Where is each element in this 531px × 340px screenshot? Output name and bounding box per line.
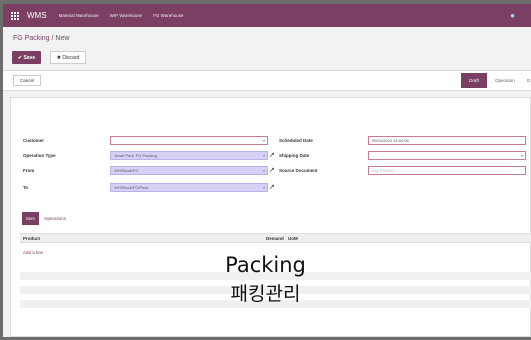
apps-grid-icon[interactable] [11, 11, 19, 20]
overlay-caption-subtitle: 패킹관리 [230, 283, 301, 305]
app-brand[interactable]: WMS [27, 11, 47, 20]
scheduled-date-value: 09/03/2024 14:04:06 [372, 138, 409, 143]
menu-material-warehouse[interactable]: Material Warehouse [59, 13, 99, 18]
chevron-down-icon: ▾ [520, 153, 523, 158]
tab-item[interactable]: Item [22, 212, 39, 225]
breadcrumb-parent[interactable]: FG Packing [13, 35, 50, 42]
table-header: Product Demand UoM [20, 233, 531, 243]
operation-type-field[interactable]: Jewel Park: FG Packing ▾ [110, 151, 268, 160]
from-value: WH/Stock/FG [114, 168, 139, 173]
chevron-down-icon: ▾ [262, 138, 265, 143]
column-demand[interactable]: Demand [266, 236, 284, 241]
column-product[interactable]: Product [23, 236, 40, 241]
scheduled-date-label: Scheduled Date [279, 138, 313, 143]
customer-label: Customer [23, 138, 45, 143]
customer-field[interactable]: ▾ [110, 136, 268, 145]
status-next[interactable]: D [527, 78, 530, 83]
external-link-icon[interactable]: ↗ [269, 183, 275, 191]
menu-fg-warehouse[interactable]: FG Warehouse [153, 13, 183, 18]
to-label: To [23, 185, 29, 190]
menu-wip-warehouse[interactable]: WIP Warehouse [110, 13, 143, 18]
shipping-date-label: Shipping Date [279, 153, 310, 158]
column-uom[interactable]: UoM [288, 236, 298, 241]
status-operation[interactable]: Operation [495, 78, 515, 83]
source-document-label: Source Document [279, 168, 318, 173]
top-navbar: WMS Material Warehouse WIP Warehouse FG … [3, 4, 531, 27]
chat-bubble-icon[interactable]: ● [510, 11, 515, 20]
external-link-icon[interactable]: ↗ [269, 151, 275, 159]
to-field[interactable]: WH/Stock/FG/Pack ▾ [110, 183, 268, 192]
save-button[interactable]: ✔ Save [12, 51, 41, 64]
breadcrumb-current: New [55, 35, 70, 42]
source-document-field[interactable]: e.g. PO0032 [368, 166, 526, 175]
chevron-down-icon: ▾ [262, 168, 265, 173]
breadcrumb: FG Packing / New [13, 35, 69, 42]
shipping-date-field[interactable]: ▾ [368, 151, 526, 160]
to-value: WH/Stock/FG/Pack [114, 185, 149, 190]
scheduled-date-field[interactable]: 09/03/2024 14:04:06 [368, 136, 526, 145]
operation-type-label: Operation Type [23, 153, 56, 158]
discard-button[interactable]: ✖ Discard [50, 51, 86, 64]
operation-type-value: Jewel Park: FG Packing [114, 153, 157, 158]
from-field[interactable]: WH/Stock/FG ▾ [110, 166, 268, 175]
status-draft[interactable]: Draft [461, 73, 487, 88]
overlay-caption-title: Packing [225, 253, 306, 277]
tab-operations[interactable]: Operations [44, 216, 66, 221]
status-bar: Cancel Draft Operation D [3, 71, 531, 91]
chevron-down-icon: ▾ [262, 185, 265, 190]
external-link-icon[interactable]: ↗ [269, 166, 275, 174]
from-label: From [23, 168, 35, 173]
chevron-down-icon: ▾ [262, 153, 265, 158]
cancel-button[interactable]: Cancel [13, 75, 41, 86]
source-document-placeholder: e.g. PO0032 [372, 168, 395, 173]
